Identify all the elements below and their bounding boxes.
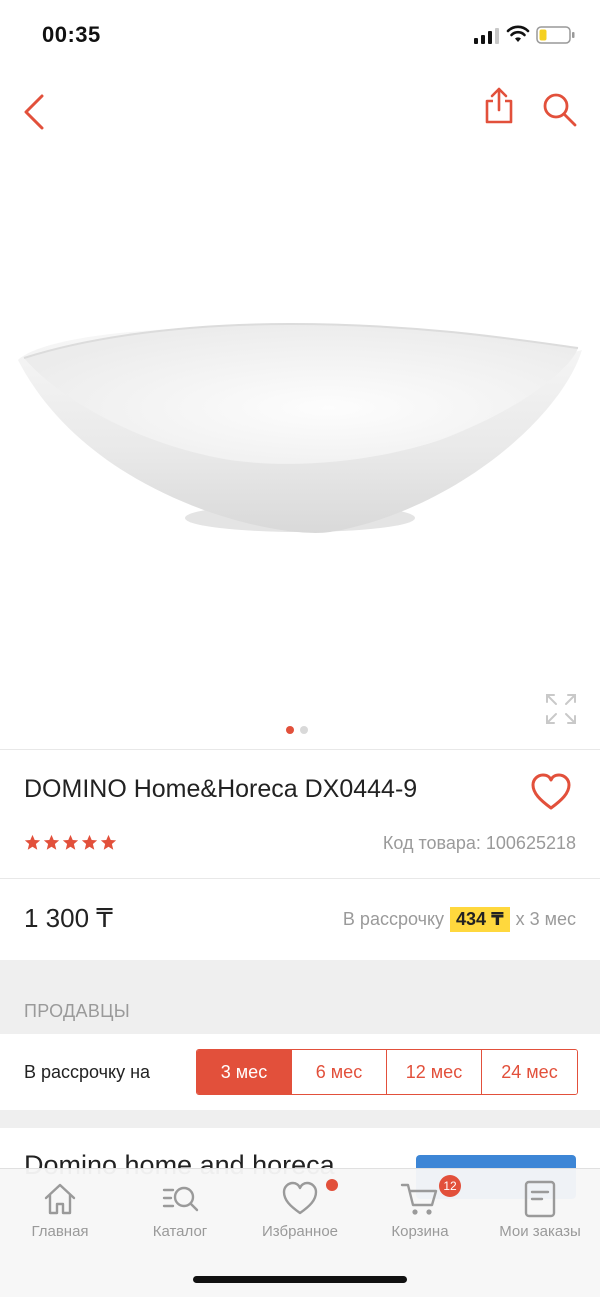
tab-catalog[interactable]: Каталог — [120, 1179, 240, 1249]
pagination-dot[interactable] — [300, 726, 308, 734]
divider — [0, 878, 600, 879]
expand-icon[interactable] — [544, 692, 578, 726]
product-image[interactable] — [0, 300, 600, 550]
installment-term-selector: 3 мес 6 мес 12 мес 24 мес — [196, 1049, 578, 1095]
search-icon[interactable] — [540, 90, 578, 128]
tab-orders[interactable]: Мои заказы — [480, 1179, 600, 1249]
wifi-icon — [506, 25, 530, 42]
term-3-months-button[interactable]: 3 мес — [197, 1050, 292, 1094]
pagination-dot-active[interactable] — [286, 726, 294, 734]
star-icon — [81, 834, 98, 850]
section-separator — [0, 960, 600, 1034]
rating-stars — [24, 834, 117, 851]
term-6-months-button[interactable]: 6 мес — [292, 1050, 387, 1094]
star-icon — [62, 834, 79, 850]
product-title: DOMINO Home&Horeca DX0444-9 — [24, 775, 418, 803]
tab-label: Каталог — [152, 1223, 208, 1240]
status-time: 00:35 — [42, 22, 101, 47]
divider — [0, 749, 600, 750]
installment-term-label: В рассрочку на — [24, 1062, 151, 1082]
section-separator — [0, 1110, 600, 1128]
star-icon — [100, 834, 117, 850]
tab-label: Главная — [31, 1223, 89, 1240]
tab-home[interactable]: Главная — [0, 1179, 120, 1249]
tab-cart[interactable]: Корзина — [360, 1179, 480, 1249]
cart-count-badge: 12 — [439, 1175, 461, 1197]
orders-icon — [524, 1180, 556, 1218]
star-icon — [43, 834, 60, 850]
cart-icon — [400, 1183, 438, 1215]
back-chevron-icon[interactable] — [18, 90, 52, 134]
home-indicator — [193, 1276, 407, 1283]
installment-term-row: В рассрочку на 3 мес 6 мес 12 мес 24 мес — [0, 1034, 600, 1110]
sellers-section-label: ПРОДАВЦЫ — [24, 1001, 131, 1021]
heart-icon — [282, 1181, 318, 1215]
share-icon[interactable] — [482, 86, 516, 126]
tab-label: Мои заказы — [499, 1223, 581, 1240]
term-24-months-button[interactable]: 24 мес — [482, 1050, 577, 1094]
installment-suffix: x 3 мес — [515, 909, 576, 929]
installment-amount: 434 ₸ — [450, 907, 510, 932]
tab-label: Избранное — [261, 1223, 339, 1240]
favorites-notification-dot — [326, 1179, 338, 1191]
tab-favorites[interactable]: Избранное — [240, 1179, 360, 1249]
home-icon — [44, 1183, 76, 1215]
catalog-search-icon — [162, 1186, 199, 1212]
installment-info: В рассрочку 434 ₸ x 3 мес — [343, 907, 576, 932]
battery-icon — [536, 26, 575, 44]
status-bar: 00:35 — [0, 0, 600, 70]
tab-label: Корзина — [391, 1223, 449, 1240]
gallery-pagination — [286, 726, 308, 734]
product-sku: Код товара: 100625218 — [382, 833, 576, 853]
term-12-months-button[interactable]: 12 мес — [387, 1050, 482, 1094]
installment-prefix: В рассрочку — [342, 909, 445, 929]
favorite-heart-icon[interactable] — [530, 772, 572, 812]
cellular-signal-icon — [474, 28, 499, 44]
product-price: 1 300 ₸ — [24, 903, 113, 933]
star-icon — [24, 834, 41, 850]
